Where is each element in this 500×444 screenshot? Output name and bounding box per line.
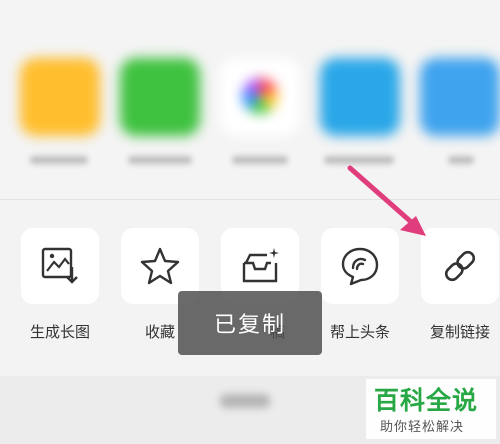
link-icon [444,250,476,282]
inbox-sparkle-icon [242,248,279,283]
app-caption [30,156,88,164]
action-label: 复制链接 [429,323,490,341]
copied-toast: 已复制 [178,291,322,355]
pointer-arrow-icon [347,165,426,236]
action-label: 帮上头条 [329,323,390,341]
image-download-icon [41,247,78,284]
generate-long-image-button[interactable] [21,228,99,304]
watermark-logo: 百科全说 助你轻松解决 [366,379,496,439]
app-caption [448,156,474,164]
top-blur-strip [0,0,500,12]
watermark-title: 百科全说 [374,386,479,415]
star-icon [140,247,180,285]
qq-icon[interactable] [420,58,500,136]
cancel-label-blur [220,394,270,408]
photos-icon[interactable] [220,58,300,136]
app-caption [128,156,192,164]
chat-bubble-icon [341,247,379,286]
blue-app-icon[interactable] [320,58,400,136]
watermark-subtitle: 助你轻松解决 [380,420,465,435]
app-caption [232,156,288,164]
wechat-icon[interactable] [120,58,200,136]
yellow-app-icon[interactable] [20,58,100,136]
action-label: 生成长图 [29,323,90,341]
